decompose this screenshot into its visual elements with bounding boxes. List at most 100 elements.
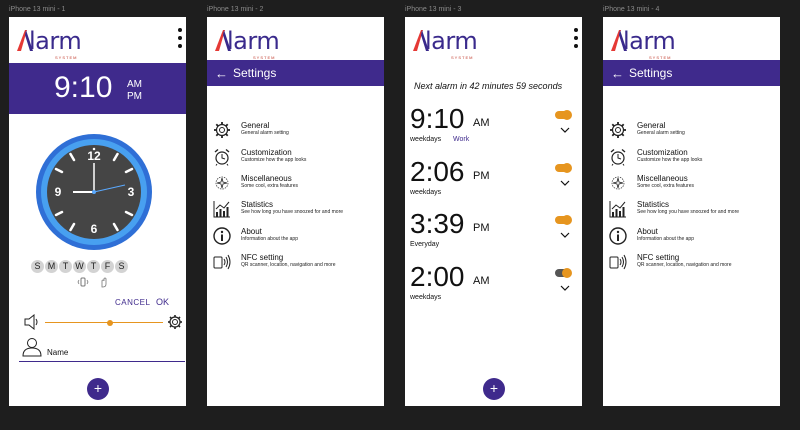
alarm-toggle[interactable] (555, 268, 572, 278)
gear-icon[interactable] (167, 314, 183, 330)
settings-item-about[interactable]: About Information about the app (213, 227, 298, 245)
snooze-hand-icon[interactable] (97, 276, 109, 288)
day-friday[interactable]: F (101, 260, 114, 273)
add-alarm-button[interactable]: + (87, 378, 109, 400)
chevron-down-icon[interactable] (560, 127, 570, 133)
frame-label-3: iPhone 13 mini - 3 (405, 6, 462, 13)
settings-item-text: General General alarm setting (637, 121, 685, 136)
settings-item-miscellaneous[interactable]: Miscellaneous Some cool, extra features (609, 174, 694, 192)
chevron-down-icon[interactable] (560, 180, 570, 186)
app-logo: larm SYSTEM (15, 27, 85, 60)
clock-number-3: 3 (128, 185, 135, 199)
settings-item-nfc-setting[interactable]: NFC setting QR scanner, location, navigat… (213, 253, 336, 271)
day-monday[interactable]: M (45, 260, 58, 273)
settings-item-about[interactable]: About Information about the app (609, 227, 694, 245)
settings-item-customization[interactable]: Customization Customize how the app looks (213, 148, 306, 166)
settings-item-statistics[interactable]: Statistics See how long you have snoozed … (213, 200, 343, 218)
settings-item-text: NFC setting QR scanner, location, navigat… (637, 253, 732, 268)
chevron-down-icon[interactable] (560, 285, 570, 291)
settings-item-text: Miscellaneous Some cool, extra features (637, 174, 694, 189)
settings-item-text: Miscellaneous Some cool, extra features (241, 174, 298, 189)
analog-clock[interactable]: 12 3 6 9 (34, 132, 154, 252)
logo-text: larm (29, 27, 82, 55)
chevron-down-icon[interactable] (560, 232, 570, 238)
settings-item-subtitle: See how long you have snoozed for and mo… (637, 209, 740, 215)
settings-item-text: About Information about the app (241, 227, 298, 242)
alarm-time: 2:00 (410, 261, 465, 292)
settings-item-general[interactable]: General General alarm setting (609, 121, 685, 139)
settings-item-statistics[interactable]: Statistics See how long you have snoozed … (609, 200, 739, 218)
volume-slider-handle[interactable] (106, 319, 113, 326)
settings-item-miscellaneous[interactable]: Miscellaneous Some cool, extra features (213, 174, 298, 192)
settings-title: Settings (629, 66, 673, 80)
alarm-label: Work (453, 136, 470, 143)
gear-icon (213, 121, 231, 139)
alarm-toggle[interactable] (555, 110, 572, 120)
alarm-clock-icon (609, 148, 627, 166)
logo-subtitle: SYSTEM (451, 55, 474, 60)
next-alarm-text: Next alarm in 42 minutes 59 seconds (414, 81, 563, 91)
settings-item-text: Customization Customize how the app looks (241, 148, 306, 163)
volume-icon[interactable] (23, 314, 41, 330)
more-menu-icon[interactable] (177, 28, 183, 48)
clock-number-12: 12 (87, 149, 101, 163)
back-arrow-icon[interactable]: ← (611, 66, 625, 81)
back-arrow-icon[interactable]: ← (215, 66, 229, 81)
settings-item-subtitle: See how long you have snoozed for and mo… (241, 209, 344, 215)
alarm-toggle[interactable] (555, 215, 572, 225)
phone-screen-settings: larm SYSTEM ← Settings General General al… (207, 17, 384, 406)
settings-item-text: Statistics See how long you have snoozed … (637, 200, 739, 215)
name-input-underline[interactable] (19, 361, 185, 362)
gear-icon (609, 121, 627, 139)
cancel-button[interactable]: CANCEL (115, 298, 150, 307)
more-menu-icon[interactable] (573, 28, 579, 48)
settings-item-subtitle: Information about the app (637, 236, 694, 242)
day-wednesday[interactable]: W (73, 260, 86, 273)
settings-item-text: About Information about the app (637, 227, 694, 242)
settings-item-subtitle: Information about the app (241, 236, 298, 242)
settings-item-title: Statistics (241, 200, 274, 209)
day-thursday[interactable]: T (87, 260, 100, 273)
settings-title: Settings (233, 66, 277, 80)
ok-button[interactable]: OK (156, 297, 169, 307)
phone-screen-alarm-list: larm SYSTEM Next alarm in 42 minutes 59 … (405, 17, 582, 406)
frame-label-2: iPhone 13 mini - 2 (207, 6, 264, 13)
settings-item-title: About (241, 227, 262, 236)
phone-screen-settings-2: larm SYSTEM ← Settings General General al… (603, 17, 780, 406)
alarm-toggle[interactable] (555, 163, 572, 173)
alarm-ampm: PM (473, 222, 490, 234)
settings-item-customization[interactable]: Customization Customize how the app looks (609, 148, 702, 166)
phone-screen-set-alarm: larm SYSTEM 9:10 AM PM 12 3 6 9 S M T W … (9, 17, 186, 406)
chart-icon (213, 200, 231, 218)
settings-item-subtitle: QR scanner, location, navigation and mor… (241, 262, 336, 268)
settings-header: ← Settings (207, 60, 384, 86)
day-sunday[interactable]: S (31, 260, 44, 273)
app-logo: larm SYSTEM (411, 27, 481, 60)
day-tuesday[interactable]: T (59, 260, 72, 273)
nfc-icon (213, 253, 231, 271)
settings-item-title: Customization (241, 148, 292, 157)
settings-item-nfc-setting[interactable]: NFC setting QR scanner, location, navigat… (609, 253, 732, 271)
settings-item-title: Miscellaneous (241, 174, 292, 183)
settings-item-general[interactable]: General General alarm setting (213, 121, 289, 139)
volume-slider[interactable] (45, 319, 163, 326)
alarm-repeat: weekdays (410, 294, 442, 301)
settings-item-subtitle: Customize how the app looks (637, 157, 703, 163)
pm-option[interactable]: PM (127, 91, 142, 102)
alarm-ampm: AM (473, 117, 490, 129)
chart-icon (609, 200, 627, 218)
settings-item-title: NFC setting (241, 253, 284, 262)
logo-text: larm (227, 27, 280, 55)
settings-item-title: NFC setting (637, 253, 680, 262)
add-alarm-button[interactable]: + (483, 378, 505, 400)
alarm-time: 9:10 (410, 103, 465, 134)
vibrate-icon[interactable] (77, 276, 89, 288)
header-time: 9:10 (54, 71, 113, 104)
settings-item-title: About (637, 227, 658, 236)
settings-item-title: Miscellaneous (637, 174, 688, 183)
day-saturday[interactable]: S (115, 260, 128, 273)
nfc-icon (609, 253, 627, 271)
clock-number-6: 6 (91, 222, 98, 236)
am-option[interactable]: AM (127, 79, 142, 90)
name-label: Name (47, 348, 69, 357)
